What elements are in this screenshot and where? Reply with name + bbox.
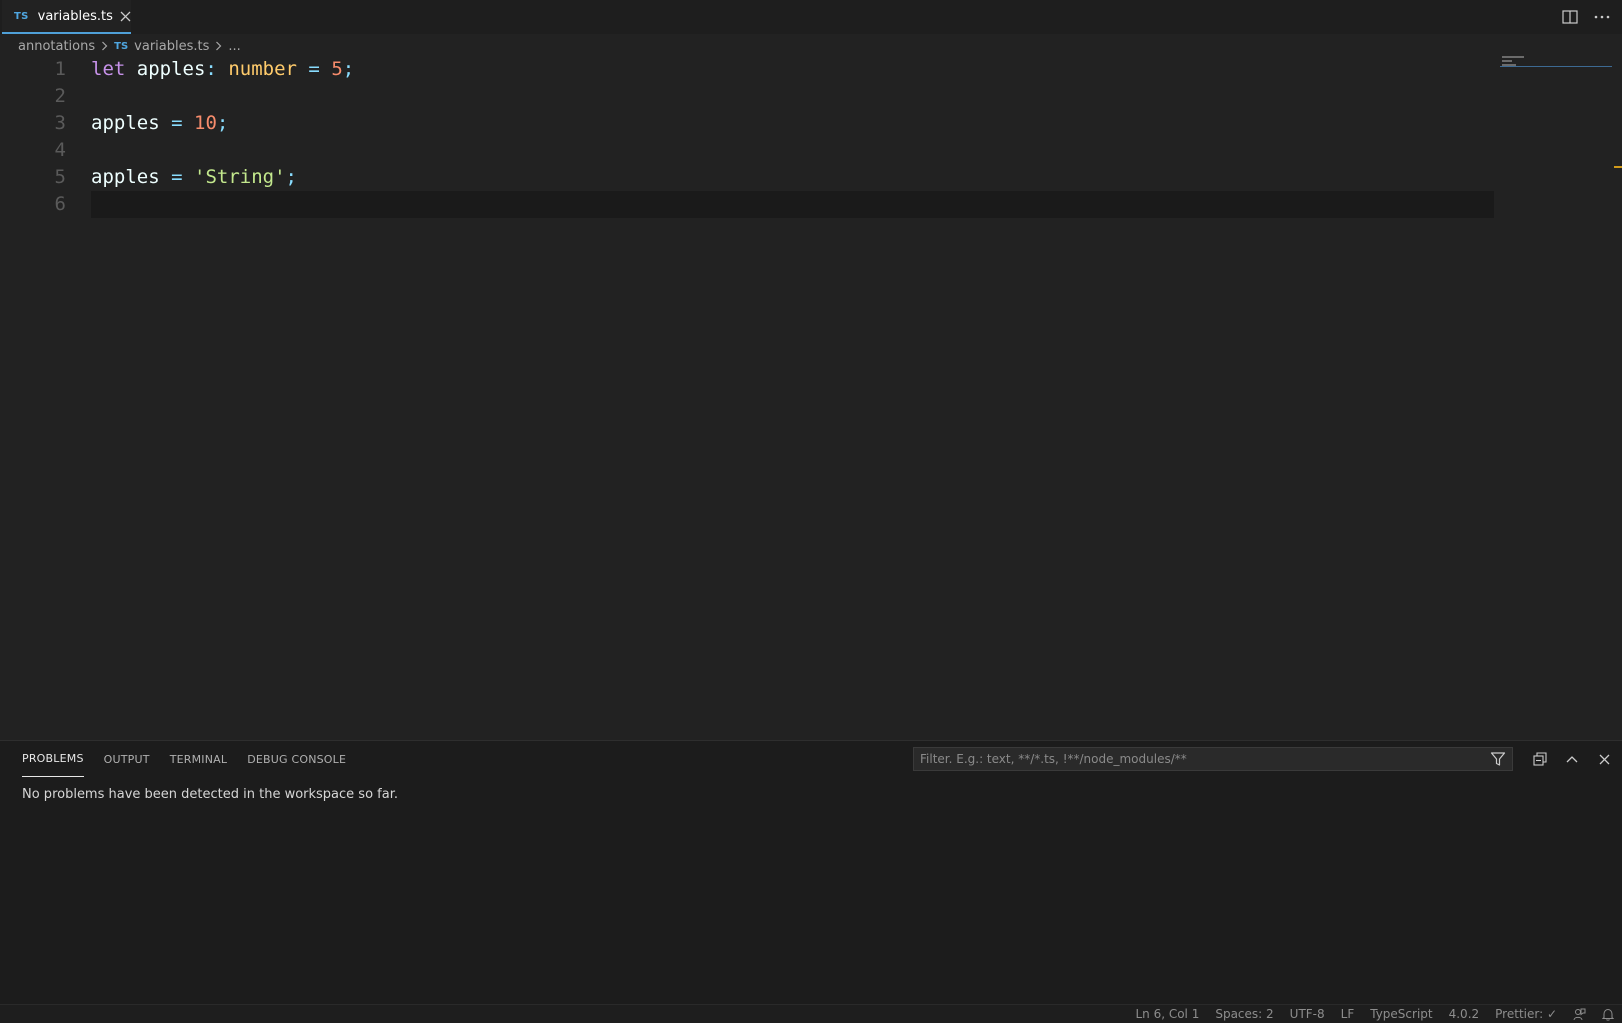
line-number: 4 (54, 139, 66, 161)
editor-tab-bar: TS variables.ts (0, 0, 1622, 34)
code-line[interactable]: 2 (0, 83, 1500, 110)
tab-debug-console[interactable]: DEBUG CONSOLE (247, 741, 346, 777)
tab-problems[interactable]: PROBLEMS (22, 741, 84, 777)
code-editor[interactable]: 1 let apples: number = 5; 2 3 apples = 10; 4 5… (0, 56, 1622, 740)
code-text: apples = 'String'; (91, 164, 297, 191)
code-line[interactable]: 1 let apples: number = 5; (0, 56, 1500, 83)
bottom-panel: PROBLEMS OUTPUT TERMINAL DEBUG CONSOLE N… (0, 740, 1622, 1004)
editor-actions (1558, 6, 1614, 28)
code-token: apples (125, 58, 206, 80)
minimap-viewport[interactable] (1500, 66, 1612, 67)
tab-variables-ts[interactable]: TS variables.ts (2, 0, 131, 34)
bell-icon[interactable] (1602, 1008, 1614, 1021)
code-token: = (308, 58, 320, 80)
breadcrumb-file[interactable]: variables.ts (134, 39, 209, 54)
minimap-line (1502, 60, 1512, 62)
close-panel-icon[interactable] (1592, 748, 1616, 770)
indentation[interactable]: Spaces: 2 (1215, 1007, 1273, 1021)
collapse-all-icon[interactable] (1528, 748, 1552, 770)
panel-actions (1528, 748, 1616, 770)
tab-terminal[interactable]: TERMINAL (170, 741, 228, 777)
code-token: ; (285, 166, 297, 188)
typescript-version[interactable]: 4.0.2 (1449, 1007, 1480, 1021)
language-mode[interactable]: TypeScript (1370, 1007, 1432, 1021)
minimap-line (1502, 56, 1524, 58)
chevron-right-icon (101, 41, 108, 51)
encoding[interactable]: UTF-8 (1290, 1007, 1325, 1021)
status-bar: Ln 6, Col 1 Spaces: 2 UTF-8 LF TypeScrip… (0, 1004, 1622, 1023)
tab-output[interactable]: OUTPUT (104, 741, 150, 777)
breadcrumb-symbols[interactable]: ... (228, 39, 240, 54)
problems-filter (913, 747, 1513, 771)
code-token: let (91, 58, 126, 80)
line-number: 6 (54, 193, 66, 215)
code-token: ; (216, 112, 229, 134)
code-token: : (205, 58, 217, 80)
line-number: 3 (54, 112, 66, 134)
feedback-icon[interactable] (1573, 1008, 1586, 1021)
more-actions-icon[interactable] (1590, 6, 1614, 28)
split-editor-icon[interactable] (1558, 6, 1582, 28)
code-token: number (228, 58, 297, 80)
end-of-line[interactable]: LF (1341, 1007, 1355, 1021)
code-text: let apples: number = 5; (91, 56, 354, 83)
minimap[interactable] (1500, 56, 1612, 72)
chevron-right-icon (215, 41, 222, 51)
problems-message: No problems have been detected in the wo… (22, 787, 398, 802)
line-number: 5 (54, 166, 66, 188)
code-line[interactable]: 3 apples = 10; (0, 110, 1500, 137)
code-line[interactable]: 4 (0, 137, 1500, 164)
code-token: 10 (194, 112, 217, 134)
panel-tabs: PROBLEMS OUTPUT TERMINAL DEBUG CONSOLE (22, 741, 346, 777)
code-token: = (171, 112, 183, 134)
code-token: ; (342, 58, 355, 80)
code-text: apples = 10; (91, 110, 228, 137)
cursor-position[interactable]: Ln 6, Col 1 (1135, 1007, 1199, 1021)
typescript-file-icon: TS (14, 10, 29, 22)
vscode-window: TS variables.ts annotations TS variables… (0, 0, 1622, 1023)
filter-input[interactable] (920, 752, 1480, 766)
maximize-panel-icon[interactable] (1560, 748, 1584, 770)
code-token: 5 (331, 58, 343, 80)
breadcrumb: annotations TS variables.ts ... (18, 36, 241, 56)
overview-ruler-marker (1614, 166, 1622, 168)
prettier-status[interactable]: Prettier: ✓ (1495, 1007, 1557, 1021)
code-token: 'String' (194, 166, 286, 188)
filter-icon[interactable] (1490, 751, 1506, 770)
code-token: = (171, 166, 183, 188)
code-token: apples (91, 112, 160, 134)
close-icon[interactable] (120, 8, 131, 24)
code-token: apples (91, 166, 160, 188)
breadcrumb-folder[interactable]: annotations (18, 39, 95, 54)
code-line[interactable]: 6 (0, 191, 1500, 218)
code-line[interactable]: 5 apples = 'String'; (0, 164, 1500, 191)
tab-label: variables.ts (37, 8, 113, 24)
line-number: 2 (54, 85, 66, 107)
typescript-file-icon: TS (114, 40, 129, 52)
line-number: 1 (54, 58, 66, 80)
